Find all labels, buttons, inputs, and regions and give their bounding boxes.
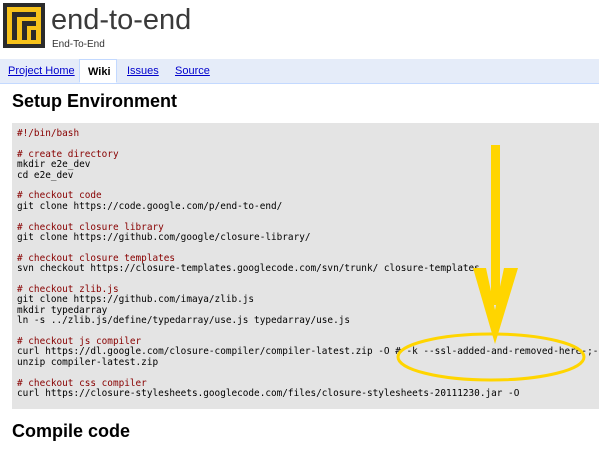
code-block: #!/bin/bash # create directory mkdir e2e_d… — [12, 123, 599, 409]
code-comment-line: # create directory — [17, 148, 119, 160]
project-header: end-to-end End-To-End — [0, 0, 599, 56]
project-summary: End-To-End — [52, 39, 105, 50]
code-line: curl https://dl.google.com/closure-compi… — [17, 346, 599, 358]
tab-bar: Project Home Wiki Issues Source — [0, 59, 599, 84]
code-comment-line: # checkout closure library — [17, 221, 164, 233]
code-comment-line: #!/bin/bash — [17, 128, 80, 139]
code-line: svn checkout https://closure-templates.g… — [17, 263, 480, 275]
code-comment-line: # checkout zlib.js — [17, 284, 119, 295]
code-line: cd e2e_dev — [17, 169, 74, 181]
tab-wiki[interactable]: Wiki — [79, 59, 117, 83]
tab-source[interactable]: Source — [175, 64, 210, 78]
code-line: mkdir e2e_dev — [17, 159, 91, 171]
code-line: git clone https://code.google.com/p/end-… — [17, 200, 283, 212]
heading-setup-environment: Setup Environment — [12, 91, 178, 111]
tab-project-home[interactable]: Project Home — [8, 64, 75, 78]
code-comment-line: # checkout css compiler — [17, 377, 147, 389]
code-comment-line: # checkout js compiler — [17, 336, 142, 347]
code-line: mkdir typedarray — [17, 304, 108, 316]
project-logo-icon[interactable] — [3, 3, 45, 48]
wiki-page: end-to-end End-To-End Project Home Wiki … — [0, 0, 599, 451]
code-line: git clone https://github.com/imaya/zlib.… — [17, 294, 255, 306]
code-comment-line: # checkout code — [17, 190, 102, 202]
code-line: git clone https://github.com/google/clos… — [17, 232, 311, 243]
heading-compile-code: Compile code — [12, 421, 131, 441]
code-line: ln -s ../zlib.js/define/typedarray/use.j… — [17, 315, 351, 327]
code-line: unzip compiler-latest.zip — [17, 356, 159, 368]
code-line: curl https://closure-stylesheets.googlec… — [17, 388, 520, 399]
project-name[interactable]: end-to-end — [51, 0, 191, 40]
code-comment-line: # checkout closure templates — [17, 252, 176, 264]
tab-issues[interactable]: Issues — [127, 64, 159, 78]
